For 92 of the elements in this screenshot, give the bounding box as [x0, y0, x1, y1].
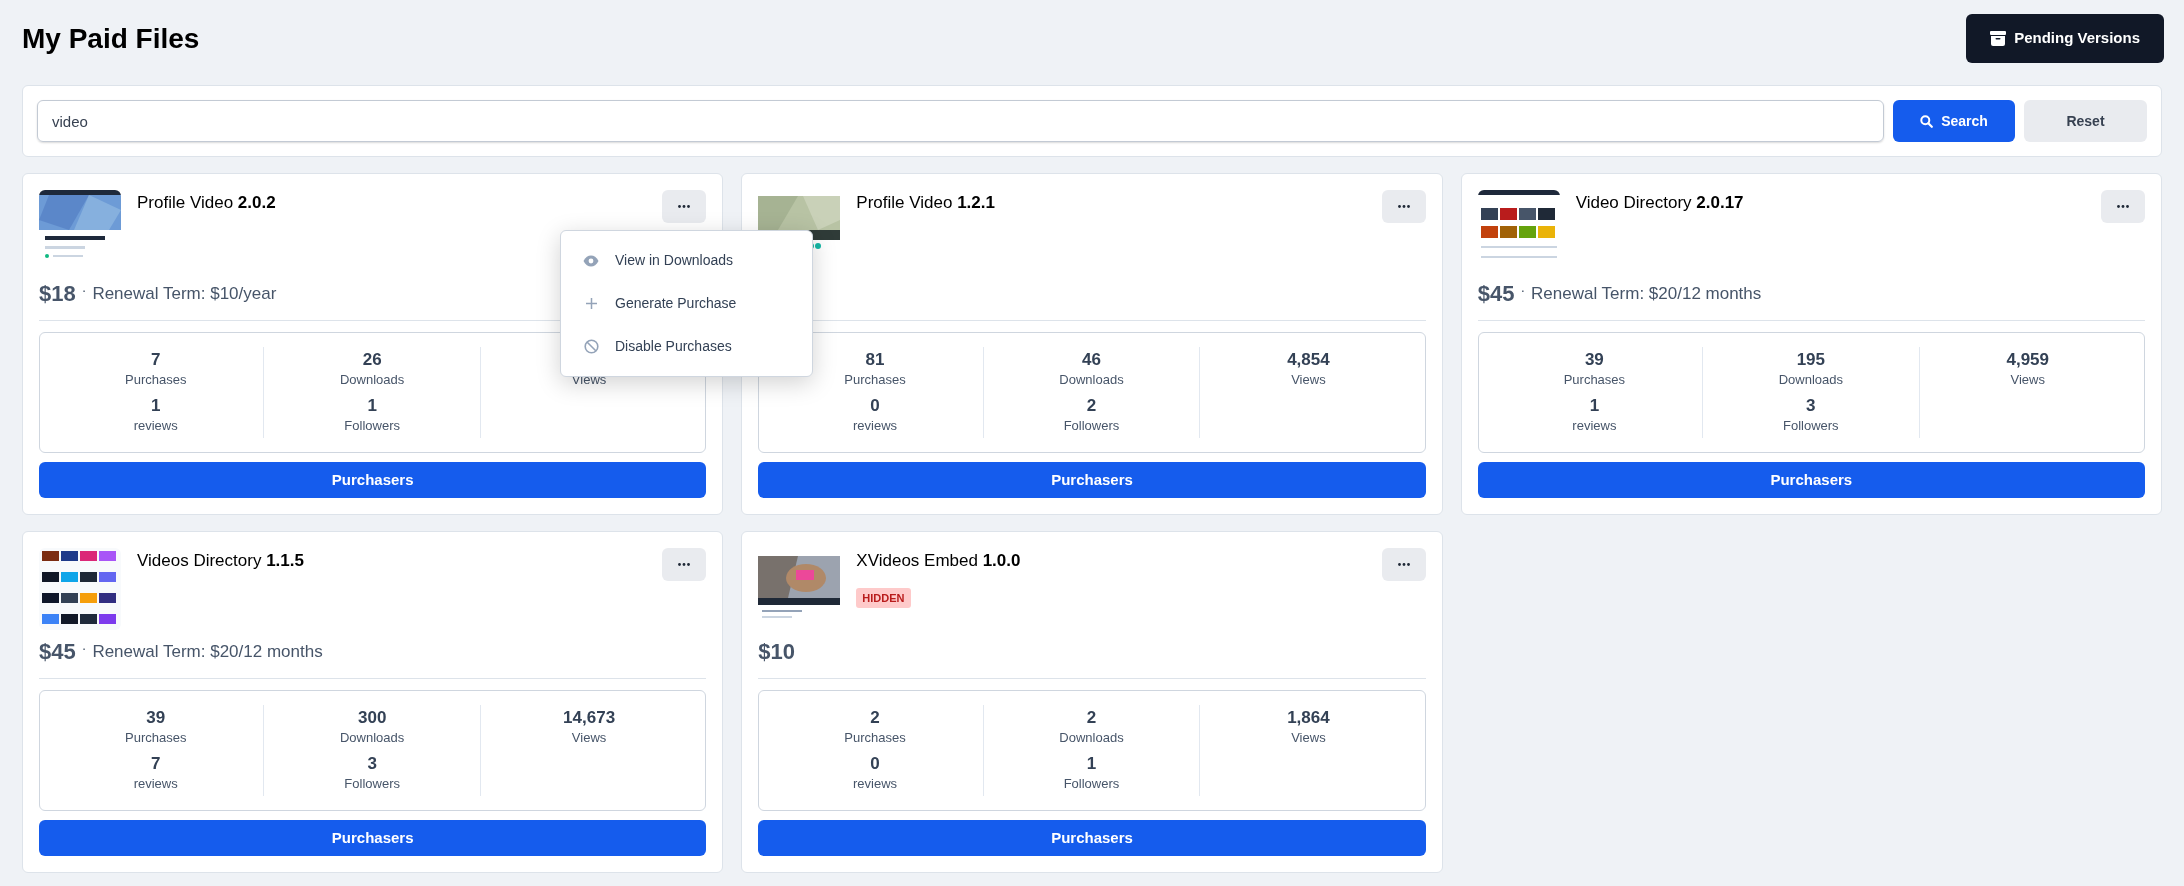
stat-value: 1 [1086, 753, 1097, 776]
more-icon [678, 205, 691, 208]
pending-versions-button[interactable]: Pending Versions [1966, 14, 2164, 63]
purchasers-button[interactable]: Purchasers [758, 462, 1426, 498]
stat-value: 39 [1584, 349, 1604, 372]
more-icon [1397, 563, 1410, 566]
stat-label: Views [2010, 371, 2045, 390]
price: $18 [39, 280, 76, 309]
renewal-term: Renewal Term: $20/12 months [1531, 283, 1762, 305]
more-icon [1397, 205, 1410, 208]
more-button[interactable] [1381, 548, 1426, 581]
stat-value: 0 [870, 753, 880, 776]
stat-label: Followers [344, 417, 400, 436]
stat-label: Views [1291, 729, 1326, 748]
separator-dot: · [81, 281, 87, 301]
stat-label: Downloads [340, 729, 405, 748]
stat-label: Downloads [1059, 371, 1124, 390]
purchasers-button[interactable]: Purchasers [39, 820, 707, 856]
stat-value: 2 [1086, 707, 1097, 730]
stat-value: 3 [1806, 395, 1816, 418]
reset-button[interactable]: Reset [2024, 100, 2147, 142]
separator-dot: · [81, 639, 87, 659]
stat-value: 4,959 [2006, 349, 2049, 372]
stat-label: Followers [1783, 417, 1839, 436]
stat-value: 2 [870, 707, 880, 730]
purchasers-button[interactable]: Purchasers [1477, 462, 2145, 498]
stat-value: 7 [151, 753, 161, 776]
stat-value: 2 [1086, 395, 1097, 418]
stat-value: 1 [1589, 395, 1600, 418]
separator-dot: · [1520, 281, 1526, 301]
stat-label: Purchases [844, 371, 906, 390]
stat-value: 1 [151, 395, 161, 418]
more-icon [678, 563, 691, 566]
stat-label: Downloads [1059, 729, 1124, 748]
stat-label: Purchases [125, 729, 187, 748]
stat-label: reviews [853, 775, 898, 794]
stat-value: 4,854 [1287, 349, 1330, 372]
more-button[interactable] [2101, 190, 2145, 223]
stat-value: 14,673 [563, 707, 616, 730]
stat-label: reviews [133, 775, 178, 794]
file-title: Profile Video 1.2.1 [856, 192, 996, 214]
search-field[interactable]: video [37, 100, 1884, 142]
page-title: My Paid Files [22, 21, 200, 56]
stat-label: Followers [1063, 775, 1120, 794]
price: $45 [39, 638, 76, 667]
search-button[interactable]: Search [1893, 100, 2015, 142]
stat-value: 0 [870, 395, 880, 418]
stat-label: reviews [133, 417, 178, 436]
stat-value: 39 [146, 707, 166, 730]
archive-icon [1990, 31, 2007, 46]
plus-icon [584, 297, 598, 310]
stat-label: Downloads [1778, 371, 1843, 390]
stat-label: Purchases [125, 371, 187, 390]
stat-value: 46 [1082, 349, 1101, 372]
renewal-term: Renewal Term: $20/12 months [92, 641, 323, 663]
stat-value: 1,864 [1287, 707, 1330, 730]
file-title: Profile Video 2.0.2 [137, 192, 277, 214]
file-title: XVideos Embed 1.0.0 [856, 550, 1022, 572]
file-title: Videos Directory 1.1.5 [137, 550, 305, 572]
purchasers-button[interactable]: Purchasers [39, 462, 707, 498]
stat-label: Views [571, 729, 607, 748]
menu-item[interactable]: Disable Purchases [561, 325, 812, 368]
more-button[interactable] [662, 548, 707, 581]
stat-label: reviews [1572, 417, 1617, 436]
stat-value: 195 [1796, 349, 1825, 372]
stat-value: 7 [151, 349, 161, 372]
hidden-badge: HIDDEN [856, 587, 911, 608]
stat-label: Purchases [844, 729, 906, 748]
menu-item[interactable]: View in Downloads [561, 239, 812, 282]
price: $10 [758, 638, 796, 667]
stat-label: Followers [344, 775, 400, 794]
price: $45 [1477, 280, 1515, 309]
stat-label: Views [1291, 371, 1326, 390]
stat-label: reviews [853, 417, 898, 436]
renewal-term: Renewal Term: $10/year [92, 283, 277, 305]
menu-item[interactable]: Generate Purchase [561, 282, 812, 325]
stat-value: 3 [367, 753, 377, 776]
stat-value: 81 [865, 349, 885, 372]
eye-icon [583, 254, 599, 267]
file-title: Video Directory 2.0.17 [1575, 192, 1745, 214]
purchasers-button[interactable]: Purchasers [758, 820, 1426, 856]
stat-label: Downloads [340, 371, 405, 390]
stat-label: Followers [1063, 417, 1120, 436]
more-button[interactable] [662, 190, 707, 223]
stat-value: 300 [357, 707, 387, 730]
stat-value: 1 [367, 395, 377, 418]
more-button[interactable] [1381, 190, 1426, 223]
search-icon [1920, 114, 1934, 128]
stat-value: 26 [362, 349, 382, 372]
more-icon [2117, 205, 2129, 208]
stat-label: Purchases [1563, 371, 1626, 390]
ban-icon [583, 339, 599, 354]
